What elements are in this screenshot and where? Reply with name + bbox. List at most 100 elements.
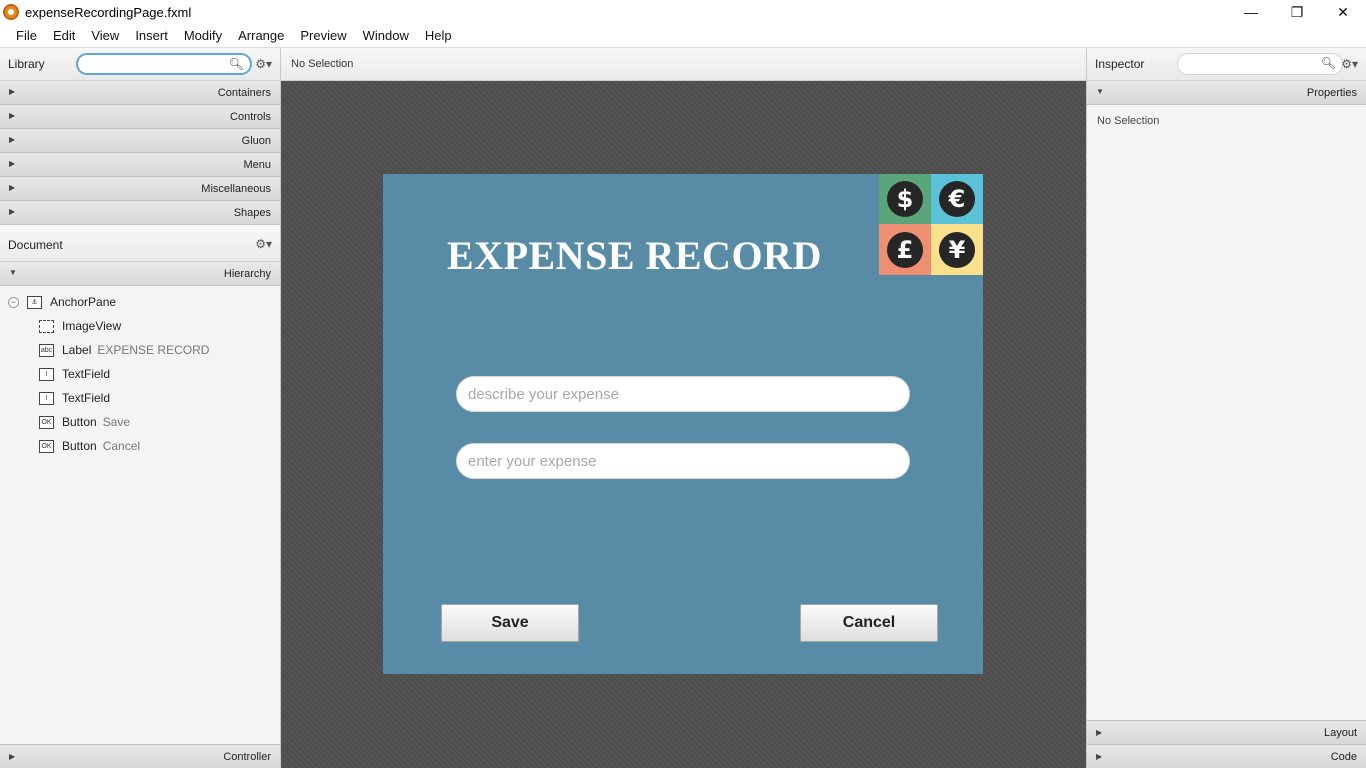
left-panel: Library 🔍︎ ⚙▾ ▶ Containers ▶ Controls ▶ Glu…: [0, 48, 281, 768]
expand-triangle-icon: ▶: [1096, 752, 1103, 761]
menu-view[interactable]: View: [83, 24, 127, 48]
tree-item-sublabel: EXPENSE RECORD: [97, 343, 210, 357]
layout-section[interactable]: ▶ Layout: [1087, 720, 1366, 744]
expand-triangle-icon: ▶: [9, 183, 16, 192]
currency-cell-pound: £: [879, 224, 931, 275]
expand-triangle-icon: ▶: [9, 111, 16, 120]
menu-arrange[interactable]: Arrange: [230, 24, 292, 48]
menu-edit[interactable]: Edit: [45, 24, 83, 48]
menu-window[interactable]: Window: [355, 24, 417, 48]
design-canvas[interactable]: EXPENSE RECORD $ € £ ¥ describe your exp…: [281, 81, 1086, 768]
window-title: expenseRecordingPage.fxml: [25, 4, 192, 20]
document-gear-icon[interactable]: ⚙▾: [255, 237, 272, 251]
search-icon: 🔍︎: [1320, 56, 1336, 70]
tree-item-label-node[interactable]: abc Label EXPENSE RECORD: [0, 338, 280, 362]
expand-triangle-icon: ▶: [9, 135, 16, 144]
dollar-icon: $: [887, 181, 923, 217]
library-section-containers[interactable]: ▶ Containers: [0, 81, 280, 105]
hierarchy-section[interactable]: ▼ Hierarchy: [0, 262, 280, 286]
code-section[interactable]: ▶ Code: [1087, 744, 1366, 768]
label-icon: abc: [39, 343, 54, 357]
tree-item-label: Label: [62, 343, 92, 357]
yen-icon: ¥: [939, 231, 975, 268]
currency-image[interactable]: $ € £ ¥: [879, 174, 983, 275]
section-label: Code: [1330, 750, 1357, 763]
amount-placeholder: enter your expense: [468, 452, 597, 470]
description-field[interactable]: describe your expense: [456, 376, 910, 412]
inspector-header: Inspector 🔍︎ ⚙▾: [1087, 48, 1366, 81]
tree-item-sublabel: Save: [102, 415, 131, 429]
section-label: Hierarchy: [223, 267, 271, 280]
content-header: No Selection: [281, 48, 1086, 81]
textfield-icon: I: [39, 391, 54, 405]
library-search-input[interactable]: 🔍︎: [76, 53, 252, 75]
library-header: Library 🔍︎ ⚙▾: [0, 48, 280, 81]
amount-field[interactable]: enter your expense: [456, 443, 910, 479]
euro-icon: €: [939, 181, 975, 217]
inspector-panel: Inspector 🔍︎ ⚙▾ ▼ Properties No Selectio…: [1086, 48, 1366, 768]
tree-item-label: AnchorPane: [50, 295, 117, 309]
section-label: Layout: [1323, 726, 1357, 739]
selection-status: No Selection: [291, 58, 354, 70]
currency-cell-yen: ¥: [931, 224, 983, 275]
tree-item-textfield[interactable]: I TextField: [0, 386, 280, 410]
menu-bar: File Edit View Insert Modify Arrange Pre…: [0, 24, 1366, 48]
search-icon: 🔍︎: [228, 57, 244, 71]
button-icon: OK: [39, 439, 54, 453]
library-title: Library: [8, 57, 45, 71]
expense-record-title[interactable]: EXPENSE RECORD: [447, 232, 822, 279]
hierarchy-tree: − ⚓ AnchorPane ImageView abc Label EXPEN…: [0, 286, 280, 458]
title-bar: expenseRecordingPage.fxml — ❐ ✕: [0, 0, 1366, 24]
section-label: Shapes: [233, 206, 271, 219]
inspector-search-input[interactable]: 🔍︎: [1177, 53, 1343, 75]
inspector-selection-status: No Selection: [1097, 115, 1160, 127]
tree-item-sublabel: Cancel: [102, 439, 141, 453]
library-section-shapes[interactable]: ▶ Shapes: [0, 201, 280, 225]
restore-button[interactable]: ❐: [1274, 0, 1320, 24]
imageview-icon: [39, 319, 54, 333]
properties-section[interactable]: ▼ Properties: [1087, 81, 1366, 105]
expand-triangle-icon: ▶: [9, 159, 16, 168]
button-icon: OK: [39, 415, 54, 429]
collapse-triangle-icon: ▼: [9, 268, 17, 277]
tree-item-imageview[interactable]: ImageView: [0, 314, 280, 338]
expand-triangle-icon: ▶: [9, 87, 16, 96]
menu-modify[interactable]: Modify: [176, 24, 230, 48]
tree-item-button-cancel[interactable]: OK Button Cancel: [0, 434, 280, 458]
menu-insert[interactable]: Insert: [127, 24, 176, 48]
inspector-gear-icon[interactable]: ⚙▾: [1341, 57, 1358, 71]
section-label: Containers: [217, 86, 271, 99]
menu-preview[interactable]: Preview: [292, 24, 354, 48]
library-section-controls[interactable]: ▶ Controls: [0, 105, 280, 129]
library-section-miscellaneous[interactable]: ▶ Miscellaneous: [0, 177, 280, 201]
close-button[interactable]: ✕: [1320, 0, 1366, 24]
collapse-triangle-icon: ▼: [1096, 87, 1104, 96]
expand-triangle-icon: ▶: [9, 207, 16, 216]
tree-item-textfield[interactable]: I TextField: [0, 362, 280, 386]
library-section-menu[interactable]: ▶ Menu: [0, 153, 280, 177]
scene-builder-icon: [3, 4, 19, 20]
section-label: Menu: [243, 158, 271, 171]
menu-file[interactable]: File: [8, 24, 45, 48]
tree-item-label: Button: [62, 439, 97, 453]
window-controls: — ❐ ✕: [1228, 0, 1366, 24]
cancel-button[interactable]: Cancel: [800, 604, 938, 642]
tree-item-anchorpane[interactable]: − ⚓ AnchorPane: [0, 290, 280, 314]
menu-help[interactable]: Help: [417, 24, 460, 48]
section-label: Controller: [223, 750, 271, 763]
collapse-toggle-icon[interactable]: −: [8, 296, 19, 308]
library-gear-icon[interactable]: ⚙▾: [255, 57, 272, 71]
library-section-gluon[interactable]: ▶ Gluon: [0, 129, 280, 153]
tree-item-label: Button: [62, 415, 97, 429]
tree-item-label: TextField: [62, 367, 111, 381]
document-title: Document: [8, 237, 63, 252]
inspector-title: Inspector: [1095, 57, 1145, 71]
expand-triangle-icon: ▶: [9, 752, 16, 761]
tree-item-button-save[interactable]: OK Button Save: [0, 410, 280, 434]
save-button[interactable]: Save: [441, 604, 579, 642]
document-header: Document ⚙▾: [0, 228, 280, 262]
anchor-pane-preview[interactable]: EXPENSE RECORD $ € £ ¥ describe your exp…: [383, 174, 983, 674]
controller-section[interactable]: ▶ Controller: [0, 744, 280, 768]
section-label: Controls: [230, 110, 271, 123]
minimize-button[interactable]: —: [1228, 0, 1274, 24]
